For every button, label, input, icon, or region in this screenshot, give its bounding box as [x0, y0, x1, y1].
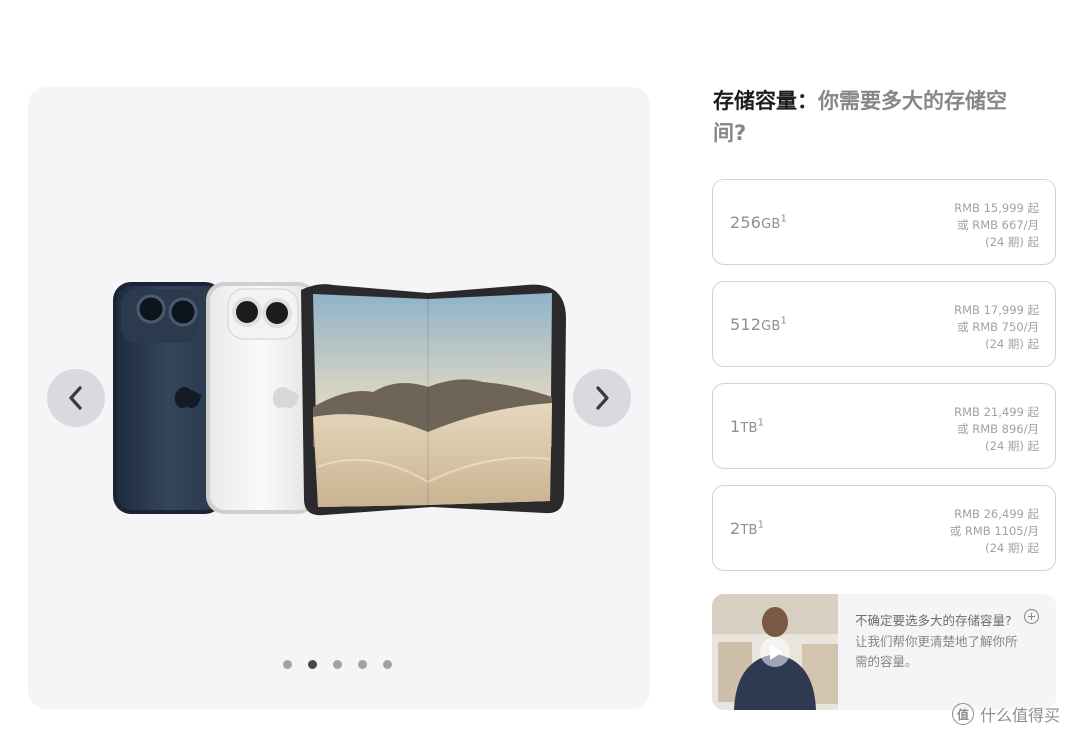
full-price: RMB 15,999 起: [954, 201, 1039, 215]
next-slide-button[interactable]: [573, 369, 631, 427]
price-block: RMB 21,499 起 或 RMB 896/月 (24 期) 起: [954, 404, 1039, 455]
monthly-price: 或 RMB 896/月: [957, 422, 1039, 436]
slide-dot-4[interactable]: [358, 660, 367, 669]
footnote-marker: 1: [780, 315, 788, 327]
footnote-marker: 1: [757, 417, 765, 429]
monthly-price: 或 RMB 750/月: [957, 320, 1039, 334]
slide-dot-5[interactable]: [383, 660, 392, 669]
storage-heading-title: 存储容量：: [713, 89, 818, 113]
full-price: RMB 17,999 起: [954, 303, 1039, 317]
storage-option-1tb[interactable]: 1TB1 RMB 21,499 起 或 RMB 896/月 (24 期) 起: [712, 383, 1056, 469]
capacity-unit: TB: [740, 421, 758, 436]
installment-term: (24 期) 起: [985, 337, 1039, 351]
storage-heading: 存储容量：你需要多大的存储空间?: [713, 85, 1023, 149]
price-block: RMB 15,999 起 或 RMB 667/月 (24 期) 起: [954, 200, 1039, 251]
monthly-price: 或 RMB 1105/月: [949, 524, 1039, 538]
capacity-value: 2: [730, 519, 741, 538]
help-description: 让我们帮你更清楚地了解你所需的容量。: [855, 633, 1018, 670]
capacity-unit: TB: [740, 523, 758, 538]
full-price: RMB 26,499 起: [954, 507, 1039, 521]
price-block: RMB 17,999 起 或 RMB 750/月 (24 期) 起: [954, 302, 1039, 353]
chevron-left-icon: [69, 386, 82, 410]
installment-term: (24 期) 起: [985, 235, 1039, 249]
installment-term: (24 期) 起: [985, 541, 1039, 555]
capacity-label: 2TB1: [730, 519, 764, 538]
storage-option-256gb[interactable]: 256GB1 RMB 15,999 起 或 RMB 667/月 (24 期) 起: [712, 179, 1056, 265]
slide-indicator: [283, 660, 392, 669]
footnote-marker: 1: [757, 519, 765, 531]
plus-circle-icon[interactable]: [1024, 609, 1039, 624]
product-gallery: [28, 87, 650, 709]
capacity-label: 256GB1: [730, 213, 787, 232]
slide-dot-3[interactable]: [333, 660, 342, 669]
capacity-label: 512GB1: [730, 315, 787, 334]
product-image: [113, 282, 566, 516]
watermark: 值 什么值得买: [952, 702, 1060, 726]
full-price: RMB 21,499 起: [954, 405, 1039, 419]
watermark-text: 什么值得买: [980, 706, 1061, 725]
storage-option-2tb[interactable]: 2TB1 RMB 26,499 起 或 RMB 1105/月 (24 期) 起: [712, 485, 1056, 571]
help-video-thumbnail[interactable]: [712, 594, 838, 710]
help-text: 不确定要选多大的存储容量? 让我们帮你更清楚地了解你所需的容量。: [855, 611, 1025, 673]
slide-dot-2[interactable]: [308, 660, 317, 669]
previous-slide-button[interactable]: [47, 369, 105, 427]
watermark-logo-icon: 值: [952, 703, 974, 725]
capacity-value: 1: [730, 417, 741, 436]
storage-option-512gb[interactable]: 512GB1 RMB 17,999 起 或 RMB 750/月 (24 期) 起: [712, 281, 1056, 367]
capacity-unit: GB: [761, 217, 781, 232]
footnote-marker: 1: [780, 213, 788, 225]
price-block: RMB 26,499 起 或 RMB 1105/月 (24 期) 起: [950, 506, 1039, 557]
monthly-price: 或 RMB 667/月: [957, 218, 1039, 232]
chevron-right-icon: [596, 386, 609, 410]
installment-term: (24 期) 起: [985, 439, 1039, 453]
storage-help-card[interactable]: 不确定要选多大的存储容量? 让我们帮你更清楚地了解你所需的容量。: [712, 594, 1056, 710]
capacity-label: 1TB1: [730, 417, 764, 436]
help-question: 不确定要选多大的存储容量?: [855, 613, 1012, 628]
capacity-value: 256: [730, 213, 762, 232]
slide-dot-1[interactable]: [283, 660, 292, 669]
capacity-unit: GB: [761, 319, 781, 334]
capacity-value: 512: [730, 315, 762, 334]
